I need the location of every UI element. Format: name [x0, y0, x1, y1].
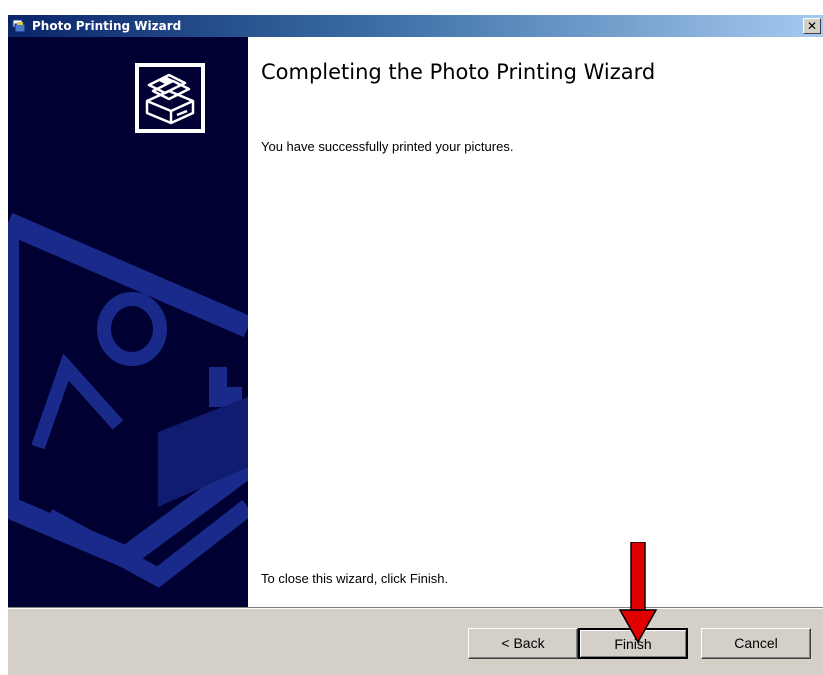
photo-printing-wizard-window: Photo Printing Wizard ✕ Completing the P…: [8, 15, 823, 675]
photo-printing-wizard-icon: [12, 19, 26, 33]
printer-photos-icon: [135, 63, 205, 133]
success-message: You have successfully printed your pictu…: [261, 139, 514, 154]
wizard-heading: Completing the Photo Printing Wizard: [261, 60, 656, 84]
red-arrow-annotation-icon: [618, 542, 658, 644]
window-title: Photo Printing Wizard: [32, 19, 182, 33]
close-icon: ✕: [806, 19, 818, 33]
button-divider: [8, 607, 823, 609]
close-button[interactable]: ✕: [803, 18, 821, 34]
printer-graphic: [145, 73, 195, 125]
wizard-content: Completing the Photo Printing Wizard You…: [248, 37, 823, 607]
back-button[interactable]: < Back: [468, 628, 578, 659]
title-bar[interactable]: Photo Printing Wizard ✕: [8, 15, 823, 37]
wizard-banner: [8, 37, 248, 607]
close-instruction: To close this wizard, click Finish.: [261, 571, 449, 586]
photo-frame-watermark-icon: [8, 212, 248, 588]
cancel-button[interactable]: Cancel: [701, 628, 811, 659]
